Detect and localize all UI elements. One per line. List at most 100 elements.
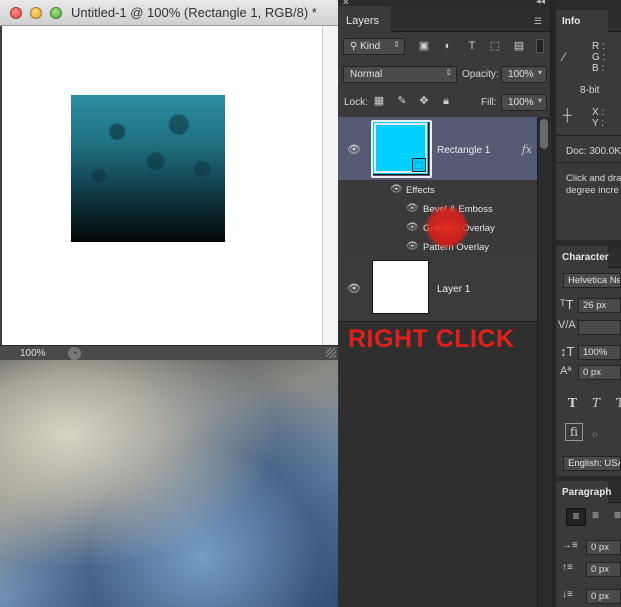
filter-shape-icon[interactable]: ⬚ (488, 39, 502, 53)
effects-group-row[interactable]: 👁︎ Effects (338, 180, 538, 199)
space-before-field[interactable]: 0 px (586, 562, 621, 577)
vertical-scale-field[interactable]: 100% (578, 345, 621, 360)
chevron-down-icon: ▾ (537, 96, 542, 105)
opacity-value: 100% (508, 69, 534, 80)
info-y-label: Y : (592, 118, 605, 129)
font-family-field[interactable]: Helvetica Ne (563, 273, 621, 288)
tab-paragraph[interactable]: Paragraph (556, 481, 611, 503)
vertical-scale-icon: ↕T (560, 344, 575, 359)
tab-info[interactable]: Info (556, 10, 608, 32)
lock-transparent-icon[interactable]: ▦ (372, 94, 386, 108)
effect-eye-icon[interactable]: 👁︎ (406, 203, 419, 215)
layers-scrollbar-thumb[interactable] (540, 119, 548, 149)
filter-kind-select[interactable]: ⚲ Kind ⇕ (343, 38, 405, 55)
tab-layers[interactable]: Layers (338, 6, 391, 32)
language-field[interactable]: English: USA (563, 456, 621, 471)
lock-image-brush-icon[interactable]: ✎ (395, 94, 409, 108)
space-after-icon: ↓≡ (562, 589, 573, 600)
filter-pixel-icon[interactable]: ▣ (417, 39, 431, 53)
eyedropper-icon: ⁄ (563, 50, 566, 64)
info-divider (556, 135, 621, 136)
layer-row-layer-1[interactable]: 👁︎ Layer 1 (338, 254, 538, 322)
window-close-button[interactable] (10, 7, 22, 19)
crosshair-icon: ┼ (563, 108, 572, 122)
opacity-label: Opacity: (462, 69, 499, 80)
document-window: Untitled-1 @ 100% (Rectangle 1, RGB/8) *… (0, 0, 338, 360)
tab-character[interactable]: Character (556, 246, 609, 268)
filter-toggle-switch[interactable] (536, 39, 544, 53)
info-doc-size: Doc: 300.0K (566, 146, 621, 157)
baseline-shift-icon: Aª (560, 365, 572, 377)
font-size-icon: ᵀT (560, 297, 574, 312)
layer-thumbnail-rectangle-1[interactable]: ⬚ (371, 120, 432, 178)
right-click-marker (425, 205, 469, 249)
document-title: Untitled-1 @ 100% (Rectangle 1, RGB/8) * (71, 5, 317, 20)
chevron-updown-icon: ⇕ (393, 40, 400, 49)
effect-eye-icon[interactable]: 👁︎ (406, 222, 419, 234)
lock-all-padlock-icon[interactable]: 🔒︎ (439, 94, 453, 108)
opacity-field[interactable]: 100% ▾ (501, 66, 547, 83)
align-center-icon[interactable]: ≡ (592, 508, 599, 522)
faux-bold-icon[interactable]: T (568, 396, 577, 410)
all-caps-icon[interactable]: T (616, 396, 621, 410)
info-bit-depth: 8-bit (580, 85, 600, 96)
effect-eye-icon[interactable]: 👁︎ (406, 241, 419, 253)
blend-mode-value: Normal (350, 69, 383, 80)
filter-adjustment-icon[interactable]: ◐ (441, 39, 455, 53)
layers-panel: ✕ ◂◂ Layers ☰ ⚲ Kind ⇕ ▣ ◐ T ⬚ ▤ Normal … (338, 0, 551, 607)
zoom-level[interactable]: 100% (20, 348, 46, 359)
fill-label: Fill: (481, 97, 497, 108)
resize-grip-icon[interactable] (326, 348, 336, 358)
kerning-icon: V/A (558, 319, 576, 331)
fill-field[interactable]: 100% ▾ (501, 94, 547, 111)
document-canvas[interactable] (2, 26, 322, 345)
lock-position-move-icon[interactable]: ✥ (417, 94, 431, 108)
rectangle-shape[interactable] (71, 95, 225, 242)
window-minimize-button[interactable] (30, 7, 42, 19)
lock-label: Lock: (344, 97, 368, 108)
space-after-field[interactable]: 0 px (586, 589, 621, 604)
indent-left-field[interactable]: 0 px (586, 540, 621, 555)
effects-label: Effects (406, 185, 435, 196)
align-right-icon[interactable]: ≡ (614, 508, 621, 522)
layer-row-rectangle-1[interactable]: 👁︎ ⬚ Rectangle 1 fx (338, 117, 538, 182)
visibility-eye-icon[interactable]: 👁︎ (347, 143, 361, 157)
desktop-wallpaper (0, 360, 338, 607)
space-before-icon: ↑≡ (562, 562, 573, 573)
align-left-icon[interactable]: ≡ (566, 508, 586, 526)
indent-left-icon: →≡ (562, 540, 578, 551)
effects-eye-icon[interactable]: 👁︎ (390, 184, 403, 196)
window-zoom-button[interactable] (50, 7, 62, 19)
paragraph-panel: Paragraph ≡ ≡ ≡ →≡ 0 px ↑≡ 0 px ↓≡ 0 px (556, 481, 621, 607)
baseline-shift-field[interactable]: 0 px (578, 365, 621, 380)
kerning-field[interactable] (578, 320, 621, 335)
document-vertical-scrollbar[interactable] (322, 26, 338, 345)
layers-tabbar: Layers ☰ (338, 6, 550, 32)
layers-scrollbar[interactable] (537, 117, 550, 607)
visibility-eye-icon[interactable]: 👁︎ (347, 282, 361, 296)
character-panel: Character Helvetica Ne ᵀT 26 px V/A ↕T 1… (556, 246, 621, 476)
document-titlebar[interactable]: Untitled-1 @ 100% (Rectangle 1, RGB/8) * (0, 0, 338, 26)
right-panel-dock: Info ⁄ R : G : B : 8-bit ┼ X : Y : Doc: … (556, 0, 621, 607)
info-tabbar: Info (556, 10, 621, 32)
faux-italic-icon[interactable]: T (592, 396, 600, 410)
oldstyle-icon[interactable]: ℴ (592, 426, 598, 440)
chevron-updown-icon: ⇕ (445, 68, 452, 77)
info-r-label: R : (592, 41, 605, 52)
font-size-field[interactable]: 26 px (578, 298, 621, 313)
character-tabbar: Character (556, 246, 621, 268)
blend-mode-select[interactable]: Normal ⇕ (343, 66, 457, 83)
vector-mask-badge-icon: ⬚ (412, 158, 426, 172)
status-info-icon[interactable]: ◔ (68, 347, 81, 360)
layer-thumbnail-layer-1[interactable] (372, 260, 429, 314)
info-hint-line-2: degree incre (566, 185, 619, 196)
ligatures-icon[interactable]: fi (565, 423, 583, 441)
filter-type-icon[interactable]: T (465, 39, 479, 53)
layer-filter-row: ⚲ Kind ⇕ ▣ ◐ T ⬚ ▤ (338, 35, 551, 59)
info-hint-line-1: Click and dra (566, 173, 621, 184)
layer-name-layer-1[interactable]: Layer 1 (437, 284, 470, 295)
panel-menu-icon[interactable]: ☰ (534, 16, 542, 27)
fx-effects-icon[interactable]: fx (522, 143, 532, 156)
filter-smart-object-icon[interactable]: ▤ (512, 39, 526, 53)
layer-name-rectangle-1[interactable]: Rectangle 1 (437, 145, 490, 156)
